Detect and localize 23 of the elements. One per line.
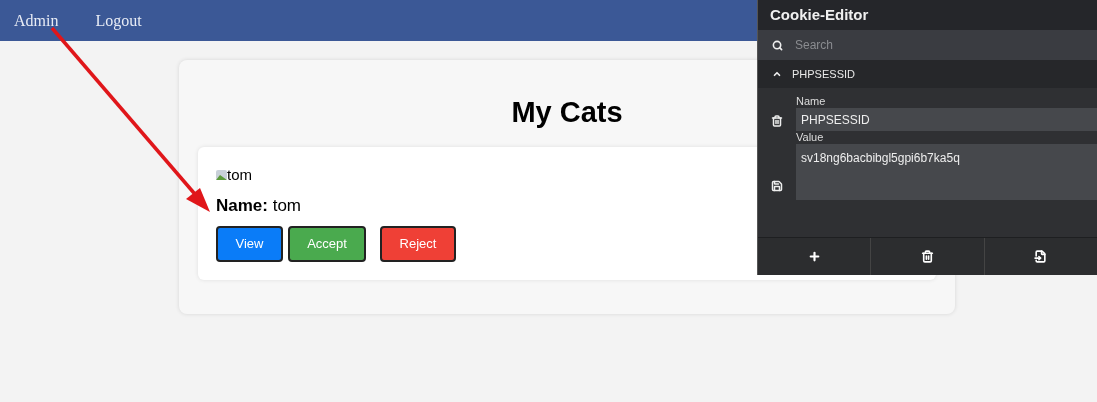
action-button[interactable]: Reject	[380, 226, 456, 262]
image-alt-text: tom	[227, 165, 252, 185]
field-label: Value	[796, 131, 825, 145]
broken-image-icon	[216, 168, 227, 183]
plus-icon	[807, 250, 821, 264]
search-input[interactable]: Search	[795, 36, 950, 55]
search-field[interactable]: Search	[758, 29, 1097, 61]
action-button[interactable]: View	[216, 226, 283, 262]
panel-title: Cookie-Editor	[758, 0, 1097, 30]
value-field[interactable]: sv18ng6bacbibgl5gpi6b7ka5q	[796, 144, 1097, 201]
trash-icon	[921, 250, 934, 264]
save-icon[interactable]	[771, 180, 783, 193]
cookie-header[interactable]: PHPSESSID	[758, 60, 1097, 89]
nav-link[interactable]: Logout	[95, 8, 142, 33]
cookie-name: PHPSESSID	[792, 67, 855, 83]
delete-icon[interactable]	[771, 115, 783, 128]
cat-name: Name: tom	[216, 194, 303, 217]
field-label: Name	[796, 95, 827, 109]
page-title: My Cats	[511, 98, 623, 127]
name-field[interactable]: PHPSESSID	[796, 108, 1097, 132]
import-icon	[1034, 250, 1048, 264]
search-icon	[772, 39, 783, 51]
nav-link[interactable]: Admin	[14, 8, 59, 33]
